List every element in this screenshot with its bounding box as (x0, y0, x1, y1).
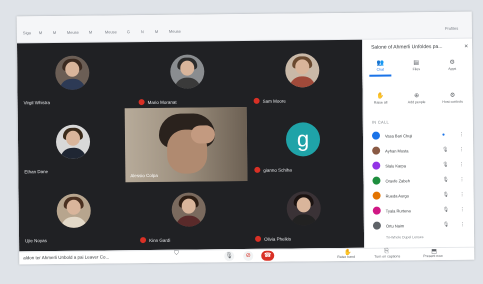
avatar (372, 176, 381, 185)
more-icon[interactable]: ⋮ (459, 161, 464, 167)
participant-tile[interactable]: Ethan Dane (18, 111, 134, 181)
avatar (285, 53, 320, 88)
add-people-button[interactable]: ⊕ Add people (402, 92, 432, 104)
mic-icon: 🎙 (442, 146, 449, 153)
active-tab-indicator (369, 74, 392, 77)
more-icon[interactable]: ⋮ (459, 146, 464, 152)
bookmark-item[interactable]: Meuse (169, 29, 181, 34)
speaking-icon: ● (441, 131, 446, 138)
raise-hand-label[interactable]: Raise hand (337, 255, 355, 259)
bookmark-item[interactable]: M (89, 30, 92, 35)
avatar: g (285, 122, 321, 157)
participant-row[interactable]: Ortu Naim 🎙 ⋮ (365, 219, 474, 233)
mic-icon: 🎙 (442, 191, 449, 198)
mic-off-icon (253, 97, 260, 104)
avatar (372, 161, 381, 170)
more-icon[interactable]: ⋮ (460, 191, 465, 197)
people-icon: 👥 (376, 60, 384, 67)
participant-tile[interactable]: Mario Moranat (132, 41, 248, 111)
participant-row[interactable]: Slalu Karpa 🎙 ⋮ (364, 159, 474, 173)
video-grid: Virgil Whistra Mario Moranat Sam Moore E… (16, 39, 365, 252)
participant-name: Virgil Whistra (23, 100, 51, 106)
avatar (55, 55, 90, 90)
raise-all-button[interactable]: ✋ Raise all (366, 92, 396, 105)
tab-chat[interactable]: 👥 Chat (365, 59, 395, 72)
participant-tile[interactable]: Sam Moore (247, 40, 363, 110)
meeting-title: aldon ter Ahmerli Unbold a pai Leaver Co… (23, 254, 110, 261)
avatar (286, 191, 321, 226)
panel-title: Salone of Ahmerli Unfoldes pa... (371, 43, 443, 51)
participant-name: Alessio Colpa (130, 172, 158, 179)
participant-name: Mario Moranat (147, 99, 177, 105)
avatar (372, 221, 381, 230)
end-call-button[interactable]: ☎ (261, 250, 275, 261)
bookmark-item[interactable]: G (127, 29, 130, 34)
settings-icon: ⚙ (449, 92, 456, 99)
panel-footer: Tri-Whole Dupel Lenses (386, 235, 424, 240)
participant-row[interactable]: Oravfe Zabeh 🎙 ⋮ (364, 174, 474, 188)
participant-name: Ujie Noyas (25, 238, 47, 244)
avatar (372, 191, 381, 200)
people-panel: Salone of Ahmerli Unfoldes pa... ✕ 👥 Cha… (361, 38, 475, 248)
mic-icon: 🎙 (442, 176, 449, 183)
section-label: IN CALL (371, 119, 390, 125)
participant-tile[interactable]: Kinn Gardi (133, 179, 249, 249)
apps-icon: ⚙ (449, 59, 455, 66)
participant-tile[interactable]: Virgil Whistra (17, 42, 133, 112)
profiles-link[interactable]: Profiles (445, 26, 458, 31)
mic-icon: 🎙 (442, 161, 449, 168)
more-icon[interactable]: ⋮ (460, 221, 465, 227)
shield-icon[interactable]: ⛉ (174, 251, 179, 258)
participant-name: gianno Schiha (263, 167, 292, 173)
tab-files[interactable]: ▤ Files (401, 59, 431, 71)
avatar (171, 192, 206, 227)
bookmark-item[interactable]: Meuse (105, 29, 117, 34)
participant-tile[interactable]: Olivia Phelkis (248, 178, 364, 248)
participant-tile[interactable]: g gianno Schiha (248, 109, 364, 179)
avatar (372, 146, 381, 155)
participant-row[interactable]: Tyala Rurtena 🎙 ⋮ (365, 204, 475, 218)
mic-off-icon (140, 237, 147, 244)
more-icon[interactable]: ⋮ (459, 176, 464, 182)
participant-name: Olivia Phelkis (264, 236, 292, 242)
avatar (372, 206, 381, 215)
mic-off-icon (254, 166, 261, 173)
bookmark-item[interactable]: N (141, 29, 144, 34)
camera-button[interactable]: ⊘ (243, 250, 254, 262)
participant-name: Kinn Gardi (149, 237, 171, 243)
mic-button[interactable]: 🎙 (224, 251, 235, 262)
files-icon: ▤ (413, 60, 420, 67)
avatar (56, 193, 91, 228)
close-icon[interactable]: ✕ (464, 44, 468, 50)
participant-name: Ethan Dane (24, 169, 49, 175)
bookmark-item[interactable]: Siga (23, 30, 31, 35)
avatar (371, 131, 381, 140)
captions-label[interactable]: Turn on captions (374, 254, 400, 258)
add-person-icon: ⊕ (414, 93, 420, 100)
participant-row[interactable]: Ayhan Musta 🎙 ⋮ (364, 144, 474, 158)
participant-name: Sam Moore (262, 98, 286, 104)
bookmark-item[interactable]: M (53, 30, 56, 35)
mic-off-icon (138, 99, 145, 106)
tab-apps[interactable]: ⚙ Apps (437, 59, 467, 71)
more-icon[interactable]: ⋮ (459, 131, 464, 137)
bookmark-item[interactable]: Meuse (67, 30, 79, 35)
hand-icon: ✋ (376, 93, 385, 100)
meet-window: Siga M M Meuse M Meuse G N M Meuse Profi… (16, 11, 475, 265)
participant-row[interactable]: Rueda Aurgo 🎙 ⋮ (365, 189, 475, 203)
active-speaker-video[interactable]: Alessio Colpa (124, 106, 248, 183)
mic-icon: 🎙 (442, 221, 450, 228)
mic-off-icon (255, 235, 262, 242)
bookmark-item[interactable]: M (155, 29, 158, 34)
avatar (55, 124, 91, 159)
mic-icon: 🎙 (442, 206, 450, 213)
host-controls-button[interactable]: ⚙ Host controls (438, 92, 468, 104)
participant-tile[interactable]: Ujie Noyas (18, 180, 134, 250)
more-icon[interactable]: ⋮ (460, 206, 465, 212)
avatar (170, 54, 205, 89)
present-label[interactable]: Present now (423, 254, 443, 258)
bookmark-item[interactable]: M (39, 30, 42, 35)
participant-row[interactable]: Vasa Bari Chuji ● ⋮ (364, 129, 474, 143)
